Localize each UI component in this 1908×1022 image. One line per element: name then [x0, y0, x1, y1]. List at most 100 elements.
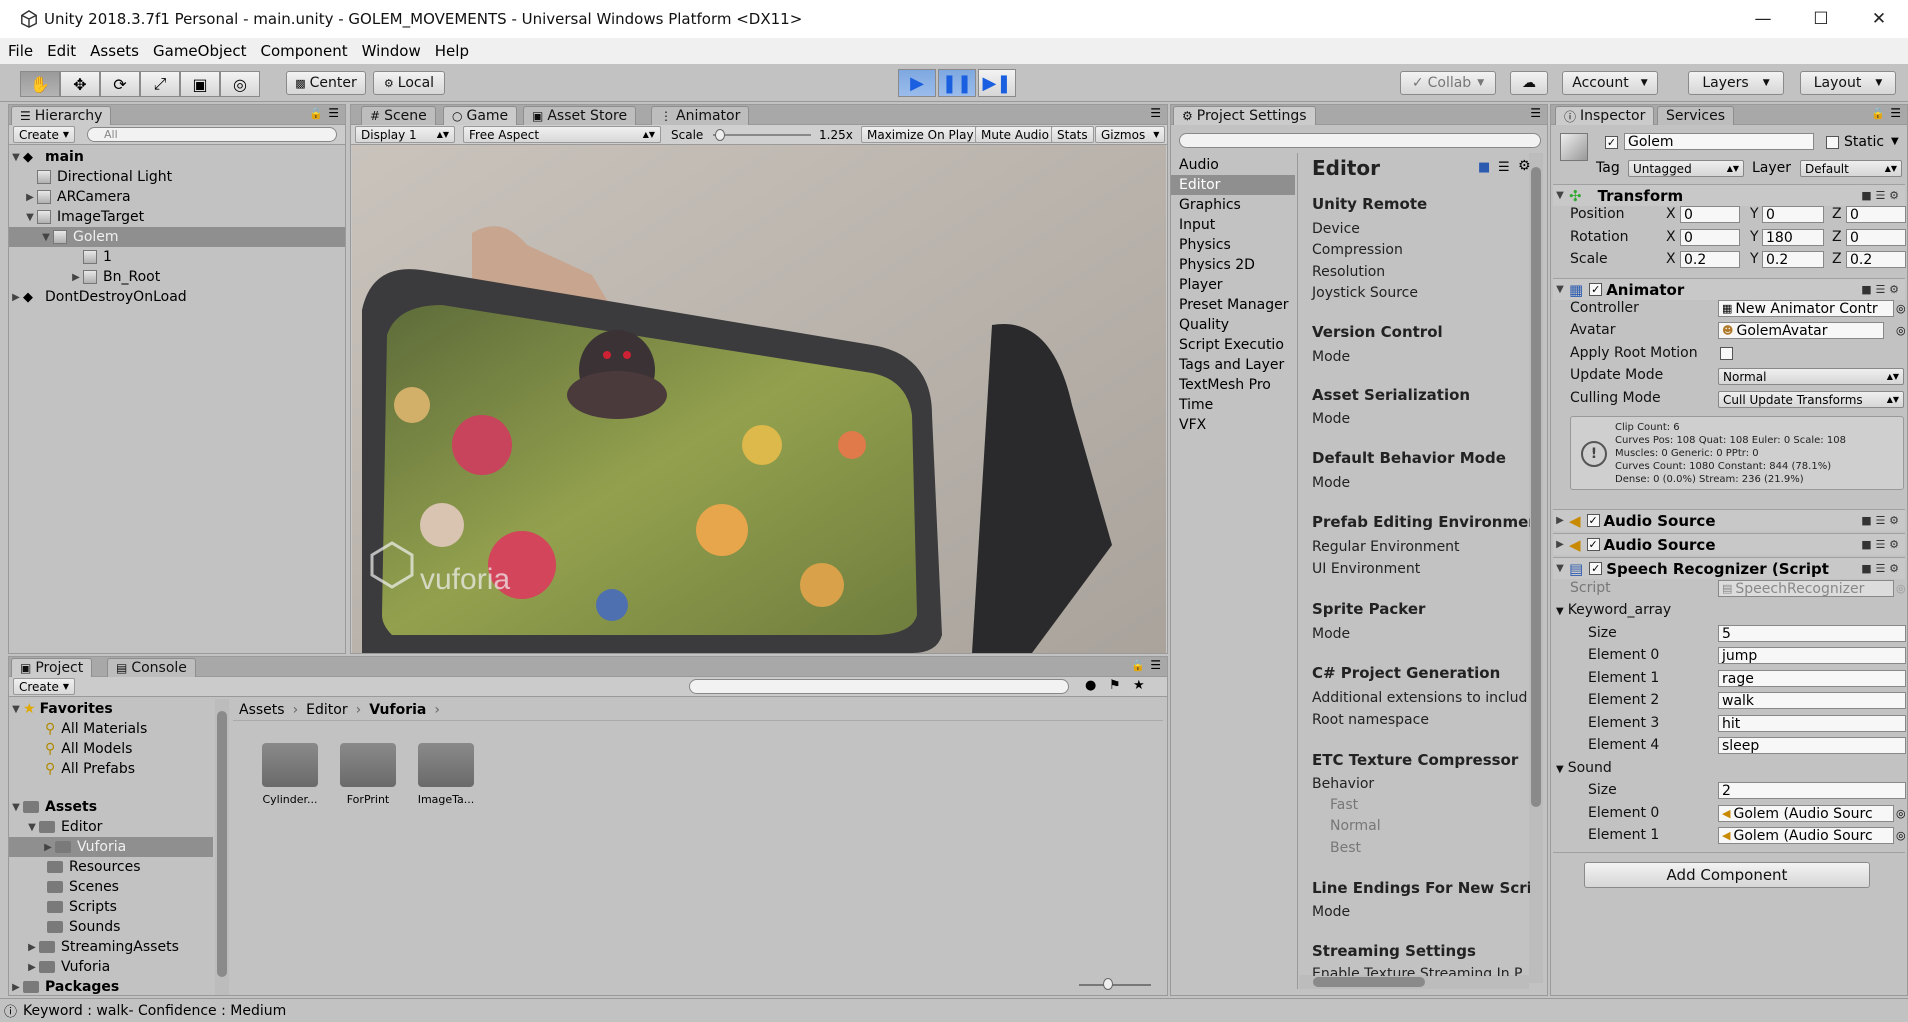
object-name-input[interactable]: Golem — [1624, 133, 1814, 150]
position-x-input[interactable]: 0 — [1680, 206, 1740, 223]
settings-item[interactable]: Player — [1171, 275, 1295, 295]
list-item[interactable]: ▼ Golem — [9, 227, 345, 247]
tab-project-settings[interactable]: ⚙ Project Settings — [1173, 106, 1316, 125]
close-button[interactable]: ✕ — [1850, 0, 1908, 38]
expand-arrow-icon[interactable]: ▼ — [9, 152, 23, 163]
tab-game[interactable]: ○ Game — [443, 106, 518, 125]
collab-button[interactable]: ✓ Collab ▼ — [1400, 71, 1496, 95]
menu-component[interactable]: Component — [261, 42, 348, 60]
panel-menu-icon[interactable]: ☰ — [328, 106, 339, 120]
list-item[interactable]: ▶ ARCamera — [9, 187, 345, 207]
favorite-star-icon[interactable]: ★ — [1133, 678, 1145, 693]
update-mode-dropdown[interactable]: Normal ▲▼ — [1718, 368, 1904, 385]
filter-type-icon[interactable]: ● — [1085, 678, 1096, 693]
favorites-header[interactable]: ▼ ★ Favorites — [9, 699, 213, 719]
breadcrumb-vuforia[interactable]: Vuforia — [369, 702, 426, 718]
pause-button[interactable]: ❚❚ — [938, 69, 976, 97]
object-picker-icon[interactable]: ◎ — [1896, 829, 1906, 842]
add-component-button[interactable]: Add Component — [1584, 862, 1870, 888]
icon-size-slider[interactable] — [1079, 984, 1151, 986]
controller-field[interactable]: ▦ New Animator Contr — [1718, 300, 1894, 317]
list-item[interactable]: Scenes — [9, 877, 213, 897]
keyword-array-label[interactable]: ▼ Keyword_array — [1556, 602, 1671, 618]
tab-console[interactable]: ▤ Console — [107, 658, 196, 677]
settings-item[interactable]: Quality — [1171, 315, 1295, 335]
settings-item[interactable]: Tags and Layer — [1171, 355, 1295, 375]
collapse-arrow-icon[interactable]: ▼ — [1553, 284, 1567, 295]
pivot-center-button[interactable]: ▩ Center — [286, 71, 366, 95]
create-dropdown[interactable]: Create ▼ — [13, 126, 76, 143]
list-item[interactable]: ▶ ◆ DontDestroyOnLoad — [9, 287, 345, 307]
breadcrumb-editor[interactable]: Editor — [306, 702, 347, 718]
component-menu-icons[interactable]: ■ ☰ ⚙ — [1861, 538, 1899, 551]
rotation-x-input[interactable]: 0 — [1680, 229, 1740, 246]
list-item[interactable]: ⚲ All Materials — [9, 719, 213, 739]
list-item[interactable]: 1 — [9, 247, 345, 267]
list-item[interactable]: Scripts — [9, 897, 213, 917]
sound-element-field[interactable]: ◀ Golem (Audio Sourc — [1718, 827, 1894, 844]
list-item[interactable]: ⚲ All Prefabs — [9, 759, 213, 779]
scale-slider-handle[interactable] — [715, 129, 725, 141]
rotate-tool-icon[interactable]: ⟳ — [100, 71, 140, 97]
filter-label-icon[interactable]: ⚑ — [1109, 678, 1121, 693]
expand-arrow-icon[interactable]: ▶ — [69, 272, 83, 283]
audio-source-header[interactable]: ▶ ◀ ✓ Audio Source ■ ☰ ⚙ — [1553, 533, 1905, 555]
folder-item[interactable]: ForPrint — [331, 743, 405, 806]
assets-header[interactable]: ▼ Assets — [9, 797, 213, 817]
folder-item[interactable]: Cylinder... — [253, 743, 327, 806]
list-item[interactable]: ▼ ImageTarget — [9, 207, 345, 227]
folder-item[interactable]: ImageTa... — [409, 743, 483, 806]
project-search-input[interactable] — [689, 679, 1069, 694]
expand-arrow-icon[interactable]: ▶ — [41, 842, 55, 853]
apply-root-motion-checkbox[interactable] — [1720, 347, 1733, 360]
expand-arrow-icon[interactable]: ▶ — [23, 192, 37, 203]
settings-item[interactable]: Physics — [1171, 235, 1295, 255]
settings-item[interactable]: Physics 2D — [1171, 255, 1295, 275]
maximize-button[interactable]: ☐ — [1792, 0, 1850, 38]
scale-y-input[interactable]: 0.2 — [1762, 251, 1824, 268]
expand-arrow-icon[interactable]: ▼ — [25, 822, 39, 833]
settings-hscrollbar[interactable] — [1299, 975, 1529, 989]
minimize-button[interactable]: — — [1734, 0, 1792, 38]
panel-menu-icon[interactable]: ☰ — [1530, 106, 1541, 120]
list-item[interactable]: ▶ Vuforia — [9, 957, 213, 977]
scale-x-input[interactable]: 0.2 — [1680, 251, 1740, 268]
play-button[interactable]: ▶ — [898, 69, 936, 97]
expand-arrow-icon[interactable]: ▶ — [25, 962, 39, 973]
object-picker-icon[interactable]: ◎ — [1896, 324, 1906, 337]
transform-tool-icon[interactable]: ◎ — [220, 71, 260, 97]
culling-mode-dropdown[interactable]: Cull Update Transforms ▲▼ — [1718, 391, 1904, 408]
keyword-element-input[interactable]: walk — [1718, 692, 1906, 709]
audio-enabled-checkbox[interactable]: ✓ — [1586, 514, 1600, 527]
tree-scrollbar[interactable] — [215, 699, 229, 995]
avatar-field[interactable]: ☻ GolemAvatar — [1718, 322, 1884, 339]
object-picker-icon[interactable]: ◎ — [1896, 807, 1906, 820]
static-checkbox[interactable] — [1826, 136, 1839, 149]
expand-arrow-icon[interactable]: ▼ — [39, 232, 53, 243]
hand-tool-icon[interactable]: ✋ — [20, 71, 60, 97]
component-menu-icons[interactable]: ■ ☰ ⚙ — [1861, 283, 1899, 296]
list-item[interactable]: ⚲ All Models — [9, 739, 213, 759]
panel-menu-icon[interactable]: ☰ — [1890, 106, 1901, 120]
menu-edit[interactable]: Edit — [47, 42, 76, 60]
gizmos-dropdown[interactable]: Gizmos ▼ — [1095, 126, 1166, 143]
collapse-arrow-icon[interactable]: ▼ — [1553, 563, 1567, 574]
tag-dropdown[interactable]: Untagged ▲▼ — [1628, 160, 1744, 177]
expand-arrow-icon[interactable]: ▼ — [23, 212, 37, 223]
aspect-dropdown[interactable]: Free Aspect ▲▼ — [463, 126, 661, 143]
list-item[interactable]: ▶ Packages — [9, 977, 213, 995]
pivot-local-button[interactable]: ⚙ Local — [373, 71, 445, 95]
list-item[interactable]: ▶ Bn_Root — [9, 267, 345, 287]
expand-arrow-icon[interactable]: ▶ — [1553, 515, 1567, 526]
settings-item[interactable]: Input — [1171, 215, 1295, 235]
sound-size-input[interactable]: 2 — [1718, 782, 1906, 799]
object-picker-icon[interactable]: ◎ — [1896, 302, 1906, 315]
expand-arrow-icon[interactable]: ▼ — [9, 802, 23, 813]
layer-dropdown[interactable]: Default ▲▼ — [1800, 160, 1902, 177]
settings-item[interactable]: Graphics — [1171, 195, 1295, 215]
cloud-button[interactable]: ☁ — [1510, 71, 1548, 95]
tab-animator[interactable]: ⋮ Animator — [651, 106, 750, 125]
tab-project[interactable]: ▣ Project — [11, 658, 93, 677]
speech-recognizer-header[interactable]: ▼ ▤ ✓ Speech Recognizer (Script ■ ☰ ⚙ — [1553, 557, 1905, 579]
audio-enabled-checkbox[interactable]: ✓ — [1586, 538, 1600, 551]
